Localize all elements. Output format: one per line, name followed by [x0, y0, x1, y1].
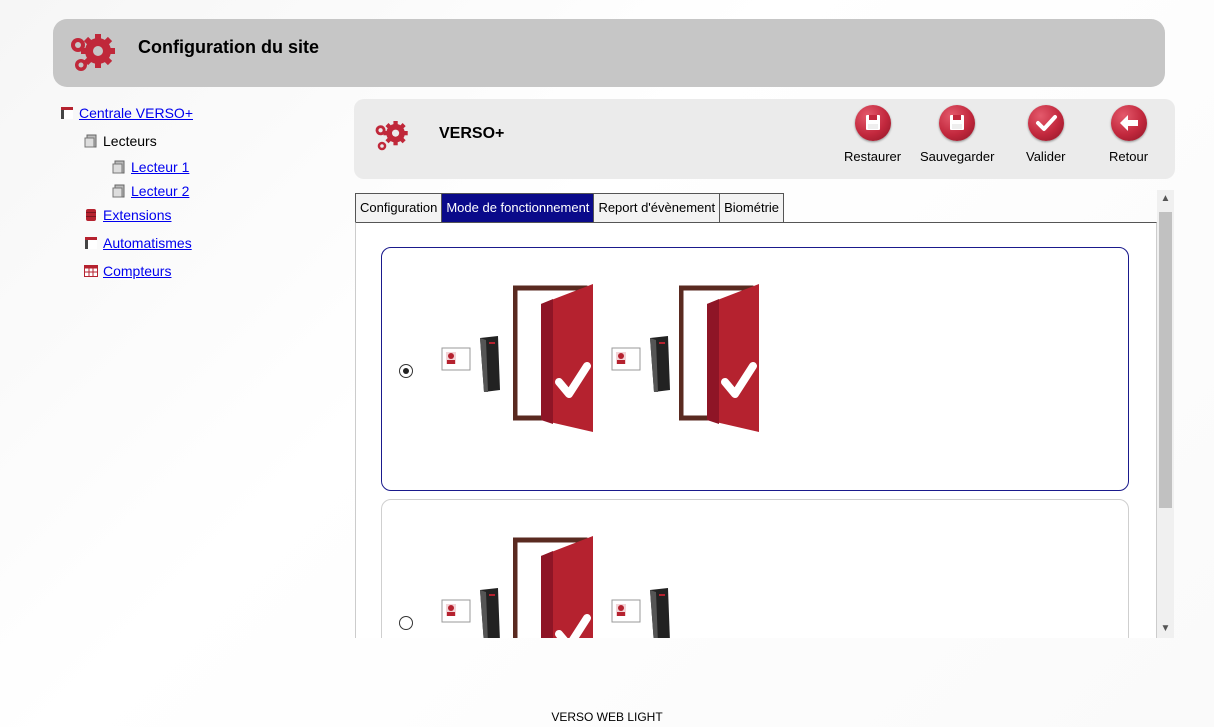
controller-icon — [60, 106, 74, 120]
tab-mode-de-fonctionnement[interactable]: Mode de fonctionnement — [441, 193, 595, 222]
restore-label: Restaurer — [844, 149, 902, 164]
door-open-check-icon — [513, 536, 593, 638]
gears-icon — [375, 121, 408, 151]
device-name: VERSO+ — [439, 125, 505, 142]
scroll-up-icon[interactable]: ▲ — [1157, 190, 1174, 208]
reader-group-icon — [84, 134, 98, 148]
tree-link-compteurs[interactable]: Compteurs — [103, 263, 171, 279]
restore-button[interactable]: Restaurer — [844, 105, 901, 164]
mode-radio-2[interactable] — [399, 616, 413, 630]
page-title: Configuration du site — [138, 37, 319, 57]
door-open-check-icon — [679, 284, 759, 432]
mode-radio-1[interactable] — [399, 364, 413, 378]
tree-link-lecteur-2[interactable]: Lecteur 2 — [131, 183, 189, 199]
floppy-icon — [854, 105, 891, 141]
footer-text: VERSO WEB LIGHT — [551, 710, 663, 724]
tab-report-evenement[interactable]: Report d'évènement — [593, 193, 721, 222]
device-panel: VERSO+ Restaurer Sauvegarder Valider Ret… — [354, 99, 1175, 179]
tab-configuration[interactable]: Configuration — [355, 193, 443, 222]
card-reader-icon — [441, 336, 500, 392]
card-reader-icon — [441, 588, 500, 638]
tab-biometrie[interactable]: Biométrie — [719, 193, 785, 222]
reader-icon — [112, 184, 126, 198]
tree-item-lecteur-1[interactable]: Lecteur 1 — [112, 158, 189, 176]
content-scrollbar[interactable]: ▲ ▼ — [1157, 190, 1174, 638]
scroll-thumb[interactable] — [1159, 212, 1172, 508]
card-reader-icon — [611, 336, 670, 392]
site-header: Configuration du site — [53, 19, 1165, 87]
door-open-check-icon — [513, 284, 593, 432]
mode-option-2[interactable] — [381, 499, 1129, 638]
tree-item-extensions[interactable]: Extensions — [84, 206, 171, 224]
gears-icon — [71, 34, 115, 71]
table-icon — [84, 264, 98, 278]
save-button[interactable]: Sauvegarder — [920, 105, 994, 164]
tree-link-extensions[interactable]: Extensions — [103, 207, 171, 223]
tree-link-lecteur-1[interactable]: Lecteur 1 — [131, 159, 189, 175]
mode-option-1[interactable] — [381, 247, 1129, 491]
mode-content — [355, 222, 1157, 638]
extension-icon — [84, 208, 98, 222]
reader-icon — [112, 160, 126, 174]
tree-item-compteurs[interactable]: Compteurs — [84, 262, 171, 280]
tab-bar: Configuration Mode de fonctionnement Rep… — [355, 193, 785, 222]
tree-link-automatismes[interactable]: Automatismes — [103, 235, 192, 251]
back-label: Retour — [1109, 149, 1149, 164]
automation-icon — [84, 236, 98, 250]
tree-item-centrale[interactable]: Centrale VERSO+ — [60, 104, 193, 122]
tree-link-centrale[interactable]: Centrale VERSO+ — [79, 105, 193, 121]
tree-item-lecteurs[interactable]: Lecteurs — [84, 132, 157, 150]
scroll-down-icon[interactable]: ▼ — [1157, 620, 1174, 638]
floppy-icon — [939, 105, 976, 141]
save-label: Sauvegarder — [920, 149, 995, 164]
card-reader-icon — [611, 588, 670, 638]
validate-label: Valider — [1026, 149, 1066, 164]
validate-button[interactable]: Valider — [1026, 105, 1066, 164]
tree-item-automatismes[interactable]: Automatismes — [84, 234, 192, 252]
tree-label-lecteurs: Lecteurs — [103, 133, 157, 149]
arrow-left-icon — [1110, 105, 1147, 141]
back-button[interactable]: Retour — [1109, 105, 1148, 164]
check-icon — [1027, 105, 1064, 141]
tree-item-lecteur-2[interactable]: Lecteur 2 — [112, 182, 189, 200]
